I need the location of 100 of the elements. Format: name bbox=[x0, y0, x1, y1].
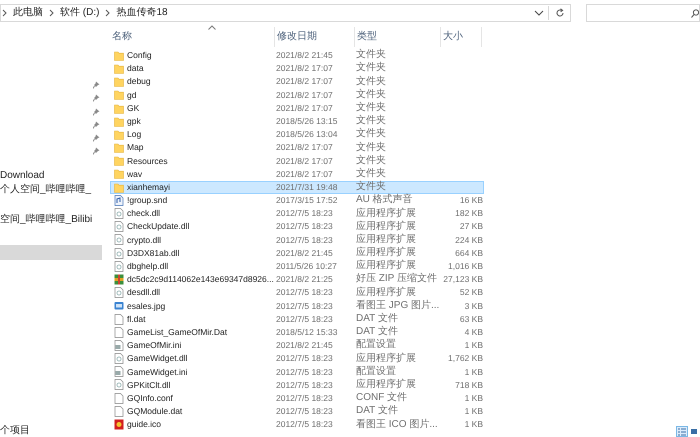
file-size: 1 KB bbox=[464, 341, 483, 350]
document-icon bbox=[114, 406, 124, 417]
file-row[interactable]: Map 2021/8/2 17:07 文件夹 bbox=[110, 140, 484, 154]
file-row[interactable]: Log 2018/5/26 13:04 文件夹 bbox=[110, 128, 484, 141]
file-size: 1 KB bbox=[464, 394, 483, 402]
nav-item[interactable]: 空间_哔哩哔哩_Bilibi bbox=[0, 213, 102, 226]
file-size: 27,123 KB bbox=[442, 275, 483, 284]
status-text: 个项目 bbox=[0, 426, 30, 436]
file-row[interactable]: GK 2021/8/2 17:07 文件夹 bbox=[110, 101, 484, 115]
details-view-button[interactable] bbox=[676, 426, 688, 437]
file-row[interactable]: debug 2021/8/2 17:07 文件夹 bbox=[110, 75, 484, 88]
file-row[interactable]: GameWidget.dll 2012/7/5 18:23 应用程序扩展 1,762 KB bbox=[110, 352, 484, 366]
file-row[interactable]: dbghelp.dll 2011/5/26 10:27 应用程序扩展 1,016 KB bbox=[110, 260, 484, 273]
folder-icon bbox=[114, 116, 124, 127]
file-row[interactable]: GameList_GameOfMir.Dat 2018/5/12 15:33 DAT 文件 4 KB bbox=[110, 326, 484, 339]
modified-date: 2012/7/5 18:23 bbox=[276, 420, 334, 429]
file-type: 文件夹 bbox=[356, 63, 387, 74]
modified-date: 2021/8/2 21:45 bbox=[276, 248, 334, 258]
file-row[interactable]: fl.dat 2012/7/5 18:23 DAT 文件 63 KB bbox=[110, 312, 484, 326]
file-row[interactable]: esales.jpg 2012/7/5 18:23 看图王 JPG 图片... 3 KB bbox=[110, 299, 484, 312]
file-size: 1,762 KB bbox=[447, 354, 483, 363]
file-row[interactable]: GPKitClt.dll 2012/7/5 18:23 应用程序扩展 718 KB bbox=[110, 378, 484, 392]
file-row[interactable]: xianhemayi 2021/7/31 19:48 文件夹 bbox=[110, 180, 484, 194]
column-header[interactable]: 类型 bbox=[355, 26, 441, 47]
file-name: GQInfo.conf bbox=[127, 394, 173, 402]
gear-document-icon bbox=[114, 379, 124, 390]
file-row[interactable]: D3DX81ab.dll 2021/8/2 21:45 应用程序扩展 664 KB bbox=[110, 246, 484, 260]
file-row[interactable]: Config 2021/8/2 21:45 文件夹 bbox=[110, 48, 484, 62]
file-row[interactable]: guide.ico 2012/7/5 18:23 看图王 ICO 图片... 1 KB bbox=[110, 418, 484, 432]
file-row[interactable]: data 2021/8/2 17:07 文件夹 bbox=[110, 62, 484, 76]
file-row[interactable]: desdll.dll 2012/7/5 18:23 应用程序扩展 52 KB bbox=[110, 286, 484, 300]
file-name: guide.ico bbox=[127, 420, 162, 429]
file-type: 文件夹 bbox=[356, 50, 387, 60]
file-row[interactable]: check.dll 2012/7/5 18:23 应用程序扩展 182 KB bbox=[110, 206, 484, 220]
file-name: GameWidget.dll bbox=[127, 354, 188, 363]
modified-date: 2021/8/2 17:07 bbox=[276, 90, 334, 100]
nav-item[interactable] bbox=[0, 245, 102, 260]
file-type: 应用程序扩展 bbox=[356, 222, 417, 232]
file-name: gd bbox=[127, 90, 136, 100]
file-name: GameOfMir.ini bbox=[127, 341, 182, 350]
file-name: !group.snd bbox=[127, 196, 168, 205]
image-file-icon bbox=[114, 300, 124, 312]
column-header[interactable]: 名称 bbox=[110, 26, 275, 47]
breadcrumb-item[interactable]: 软件 (D:) bbox=[60, 8, 100, 18]
document-icon bbox=[114, 392, 124, 404]
refresh-icon bbox=[554, 8, 564, 18]
file-row[interactable]: GameWidget.ini 2012/7/5 18:23 配置设置 1 KB bbox=[110, 365, 484, 378]
modified-date: 2012/7/5 18:23 bbox=[276, 302, 334, 310]
gear-document-icon bbox=[114, 248, 124, 259]
file-name: GPKitClt.dll bbox=[127, 380, 170, 390]
file-name: xianhemayi bbox=[127, 182, 170, 192]
chevron-icon bbox=[2, 9, 7, 17]
column-header[interactable]: 大小 bbox=[441, 26, 482, 47]
folder-icon bbox=[114, 182, 124, 193]
folder-icon bbox=[114, 155, 124, 166]
archive-icon bbox=[114, 274, 124, 285]
file-row[interactable]: crypto.dll 2012/7/5 18:23 应用程序扩展 224 KB bbox=[110, 233, 484, 246]
document-icon bbox=[114, 314, 124, 324]
modified-date: 2021/8/2 17:07 bbox=[276, 104, 334, 112]
file-name: esales.jpg bbox=[127, 302, 166, 310]
file-type: 文件夹 bbox=[356, 168, 387, 179]
modified-date: 2012/7/5 18:23 bbox=[276, 354, 334, 363]
file-type: 应用程序扩展 bbox=[356, 208, 417, 218]
file-row[interactable]: GQModule.dat 2012/7/5 18:23 DAT 文件 1 KB bbox=[110, 404, 484, 418]
modified-date: 2021/8/2 17:07 bbox=[276, 64, 334, 73]
file-type: 配置设置 bbox=[356, 366, 397, 377]
file-name: dc5dc2c9d114062e143e69347d8926... bbox=[127, 275, 274, 284]
column-header[interactable]: 修改日期 bbox=[275, 26, 355, 47]
file-type: DAT 文件 bbox=[356, 406, 399, 416]
modified-date: 2021/8/2 17:07 bbox=[276, 156, 334, 165]
file-name: Map bbox=[127, 143, 144, 152]
file-row[interactable]: GameOfMir.ini 2021/8/2 21:45 配置设置 1 KB bbox=[110, 338, 484, 352]
file-type: 文件夹 bbox=[356, 76, 387, 87]
file-name: fl.dat bbox=[127, 314, 146, 324]
file-row[interactable]: Resources 2021/8/2 17:07 文件夹 bbox=[110, 154, 484, 168]
file-row[interactable]: wav 2021/8/2 17:07 文件夹 bbox=[110, 167, 484, 181]
folder-icon bbox=[114, 76, 124, 88]
file-name: desdll.dll bbox=[127, 288, 160, 297]
breadcrumb-item[interactable]: 此电脑 bbox=[13, 8, 43, 18]
file-size: 52 KB bbox=[458, 288, 483, 297]
search-field[interactable] bbox=[586, 4, 700, 22]
file-row[interactable]: GQInfo.conf 2012/7/5 18:23 CONF 文件 1 KB bbox=[110, 392, 484, 405]
modified-date: 2012/7/5 18:23 bbox=[276, 209, 334, 218]
gear-document-icon bbox=[114, 234, 124, 246]
file-row[interactable]: dc5dc2c9d114062e143e69347d8926... 2021/8/2 21:25 好压 ZIP 压缩文件 27,123 KB bbox=[110, 272, 484, 286]
breadcrumb-item[interactable]: 热血传奇18 bbox=[116, 8, 168, 18]
file-row[interactable]: gd 2021/8/2 17:07 文件夹 bbox=[110, 88, 484, 102]
file-size: 27 KB bbox=[458, 222, 483, 231]
nav-item[interactable]: Download bbox=[0, 170, 102, 183]
file-name: D3DX81ab.dll bbox=[127, 248, 180, 258]
nav-item[interactable]: 个人空间_哔哩哔哩_ bbox=[0, 182, 102, 196]
file-row[interactable]: !group.snd 2017/3/15 17:52 AU 格式声音 16 KB bbox=[110, 194, 484, 207]
file-type: 文件夹 bbox=[356, 142, 387, 153]
file-row[interactable]: gpk 2018/5/26 13:15 文件夹 bbox=[110, 114, 484, 128]
address-bar[interactable]: 此电脑 软件 (D:) 热血传奇18 bbox=[0, 4, 571, 22]
file-row[interactable]: CheckUpdate.dll 2012/7/5 18:23 应用程序扩展 27 KB bbox=[110, 220, 484, 234]
dropdown-caret-icon bbox=[534, 10, 544, 16]
gear-document-icon bbox=[114, 353, 124, 364]
file-type: 文件夹 bbox=[356, 156, 387, 166]
file-type: 应用程序扩展 bbox=[356, 234, 417, 245]
